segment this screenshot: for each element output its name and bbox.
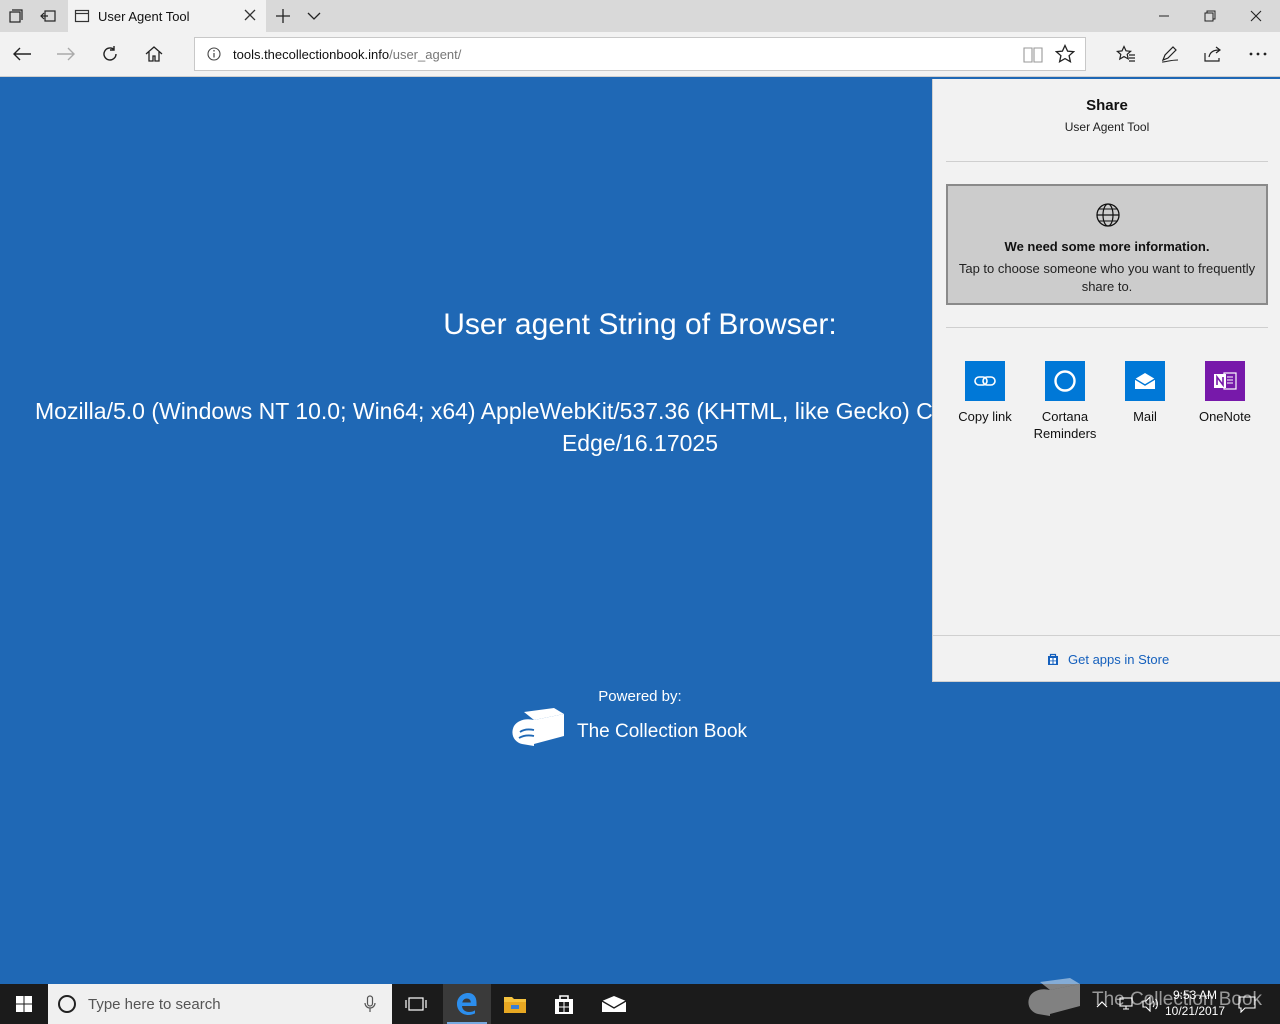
watermark-text: The Collection Book [1092,989,1263,1010]
taskbar-file-explorer-icon[interactable] [491,984,539,1024]
restore-icon[interactable] [1187,0,1233,32]
taskbar: Type here to search 9:53 AM 10/21/2017 [0,978,1280,1024]
taskbar-edge-icon[interactable] [443,984,491,1024]
user-agent-string-line1: Mozilla/5.0 (Windows NT 10.0; Win64; x64… [35,398,935,424]
share-app-onenote[interactable]: OneNote [1185,361,1265,425]
minimize-icon[interactable] [1141,0,1187,32]
info-title: We need some more information. [1004,239,1210,254]
divider [946,327,1268,328]
app-label: Mail [1133,409,1157,424]
address-bar[interactable]: tools.thecollectionbook.info/user_agent/ [194,37,1086,71]
powered-by-label: Powered by: [598,688,682,705]
back-arrow-icon[interactable] [4,38,40,70]
cortana-circle-icon [58,995,76,1013]
choose-contact-box[interactable]: We need some more information. Tap to ch… [946,184,1268,305]
tab-preview-chevron-icon[interactable] [304,0,324,32]
taskbar-search-box[interactable]: Type here to search [48,984,392,1024]
close-tab-icon[interactable] [242,7,258,23]
share-app-cortana-reminders[interactable]: Cortana Reminders [1025,361,1105,442]
mail-icon [1125,361,1165,401]
start-windows-icon[interactable] [0,984,48,1024]
cortana-icon [1045,361,1085,401]
info-description: Tap to choose someone who you want to fr… [958,261,1256,294]
home-icon[interactable] [136,38,172,70]
share-title: Share [1086,97,1128,114]
set-aside-tabs-icon[interactable] [36,0,60,32]
get-apps-in-store-link[interactable]: Get apps in Store [1068,652,1169,667]
close-window-icon[interactable] [1233,0,1279,32]
reading-view-icon[interactable] [1023,46,1043,64]
refresh-icon[interactable] [92,38,128,70]
share-app-mail[interactable]: Mail [1105,361,1185,425]
forward-arrow-icon[interactable] [48,38,84,70]
divider [946,161,1268,162]
search-placeholder: Type here to search [88,996,221,1013]
navigation-bar: tools.thecollectionbook.info/user_agent/ [0,32,1280,77]
globe-icon [1096,203,1120,227]
url-path: /user_agent/ [389,47,462,62]
share-icon[interactable] [1195,38,1231,70]
taskbar-mail-icon[interactable] [590,984,638,1024]
tab-user-agent-tool[interactable]: User Agent Tool [68,0,266,32]
url-text: tools.thecollectionbook.info/user_agent/ [233,47,461,62]
share-app-copy-link[interactable]: Copy link [945,361,1025,425]
page-icon [74,9,90,23]
app-label: OneNote [1198,409,1252,424]
taskbar-store-icon[interactable] [540,984,588,1024]
new-tab-icon[interactable] [272,0,294,32]
book-watermark-icon [1028,978,1080,1016]
copy-link-icon [965,361,1005,401]
tab-title: User Agent Tool [98,9,190,24]
brand-name: The Collection Book [577,721,748,742]
web-note-pen-icon[interactable] [1152,38,1188,70]
microphone-icon[interactable] [364,995,376,1013]
site-info-icon[interactable] [207,47,221,61]
tab-list-icon[interactable] [4,0,28,32]
book-icon [512,708,564,746]
share-subtitle: User Agent Tool [1064,120,1150,134]
favorite-star-icon[interactable] [1055,44,1075,64]
more-options-icon[interactable] [1240,38,1276,70]
brand-logo[interactable]: The Collection Book [512,704,772,760]
favorites-hub-icon[interactable] [1108,38,1144,70]
app-label: Cortana Reminders [1033,409,1097,441]
title-bar: User Agent Tool [0,0,1280,32]
task-view-icon[interactable] [392,984,440,1024]
url-domain: tools.thecollectionbook.info [233,47,390,62]
share-pane: Share User Agent Tool We need some more … [932,79,1280,682]
app-label: Copy link [958,409,1012,424]
store-bag-icon [1048,653,1058,665]
onenote-icon [1205,361,1245,401]
divider [933,635,1280,636]
